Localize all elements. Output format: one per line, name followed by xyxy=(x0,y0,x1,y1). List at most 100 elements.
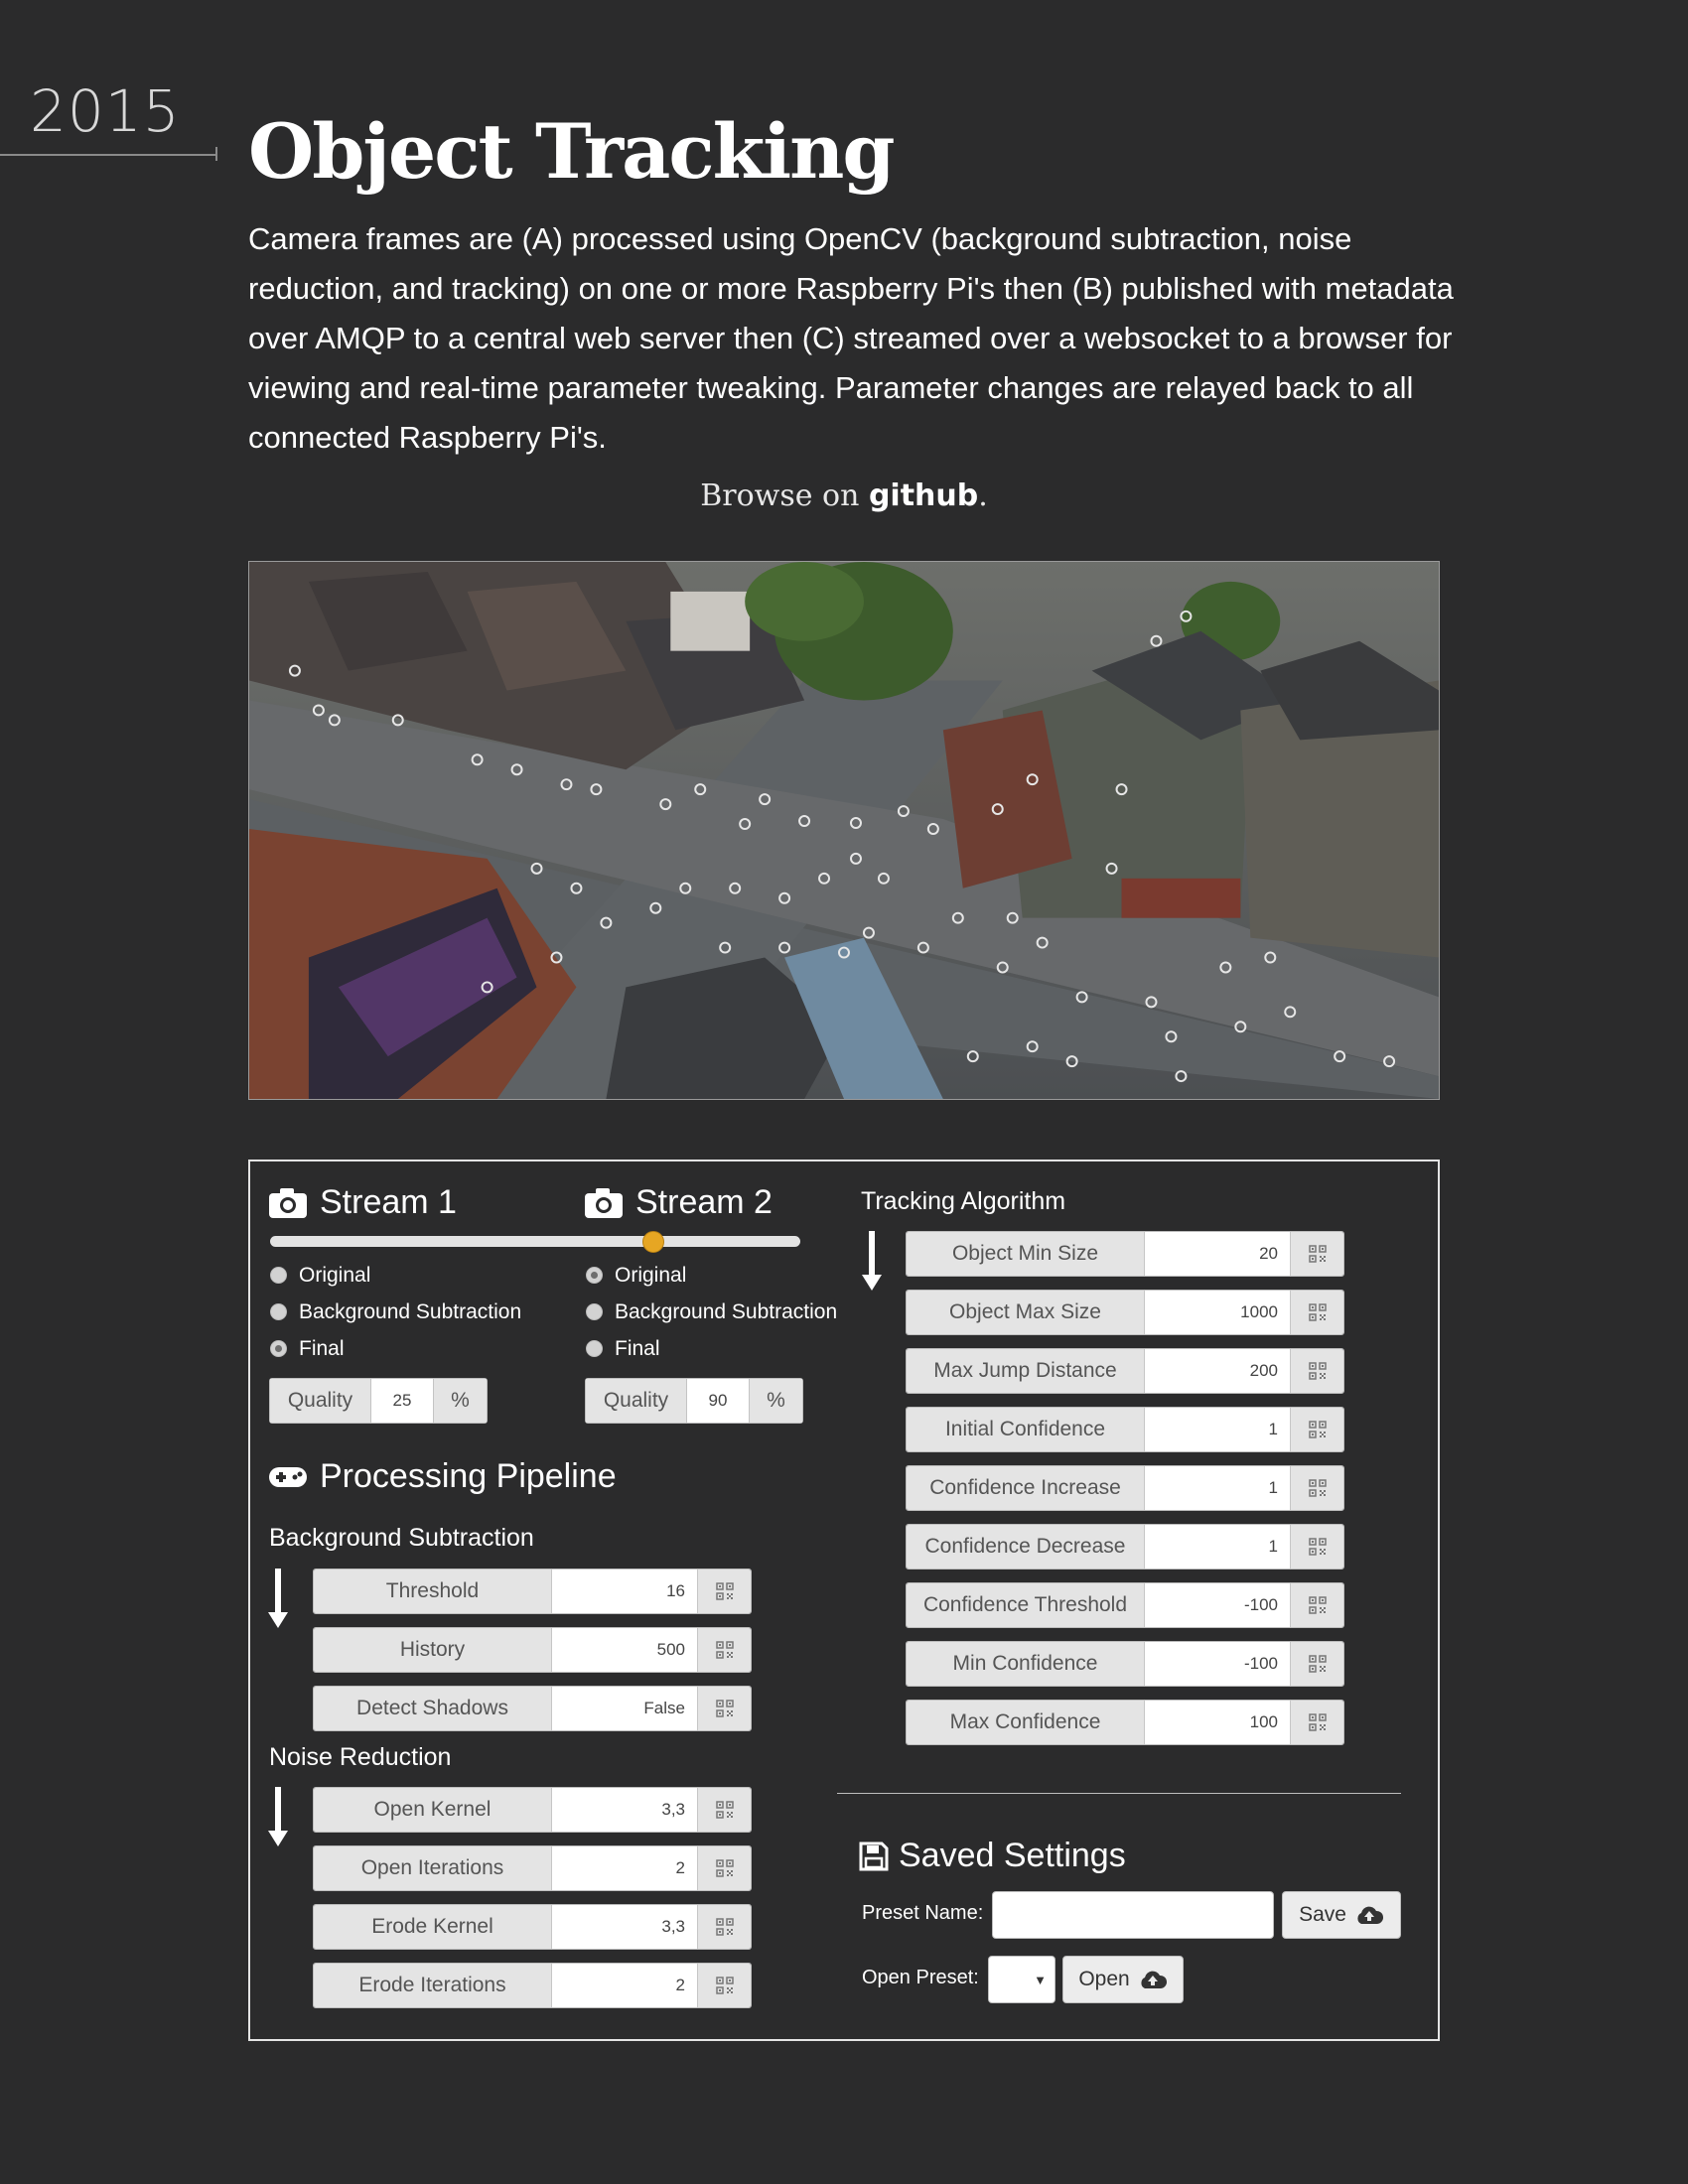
stream-2-header: Stream 2 xyxy=(584,1183,773,1222)
open-preset-select[interactable]: ▼ xyxy=(988,1956,1055,2003)
param-label: Threshold xyxy=(314,1570,552,1613)
param-open-iterations: Open Iterations 2 xyxy=(313,1845,752,1891)
browse-line: Browse on github. xyxy=(0,478,1688,513)
param-max-jump-distance-input[interactable]: 200 xyxy=(1145,1349,1290,1393)
param-label: Open Kernel xyxy=(314,1788,552,1832)
slider-handle[interactable] xyxy=(642,1231,664,1253)
qr-code-button[interactable] xyxy=(1290,1291,1343,1334)
param-label: Confidence Threshold xyxy=(907,1583,1145,1627)
qr-code-icon xyxy=(715,1700,734,1717)
param-confidence-increase: Confidence Increase 1 xyxy=(906,1465,1344,1511)
stream-1-option-final[interactable]: Final xyxy=(270,1330,521,1367)
stream-2-options: Original Background Subtraction Final xyxy=(586,1257,837,1367)
param-open-iterations-input[interactable]: 2 xyxy=(552,1846,697,1890)
radio-button[interactable] xyxy=(586,1303,603,1320)
radio-button-selected[interactable] xyxy=(270,1340,287,1357)
param-label: Confidence Decrease xyxy=(907,1525,1145,1569)
radio-button[interactable] xyxy=(270,1303,287,1320)
qr-code-icon xyxy=(715,1801,734,1819)
param-history-input[interactable]: 500 xyxy=(552,1628,697,1672)
save-button[interactable]: Save xyxy=(1282,1891,1401,1939)
param-object-min-size-input[interactable]: 20 xyxy=(1145,1232,1290,1276)
param-confidence-decrease-input[interactable]: 1 xyxy=(1145,1525,1290,1569)
stream-1-option-background-subtraction[interactable]: Background Subtraction xyxy=(270,1294,521,1330)
param-label: Erode Kernel xyxy=(314,1905,552,1949)
stream-split-slider[interactable] xyxy=(270,1236,800,1247)
param-object-min-size: Object Min Size 20 xyxy=(906,1231,1344,1277)
param-initial-confidence-input[interactable]: 1 xyxy=(1145,1408,1290,1451)
stream-2-option-final[interactable]: Final xyxy=(586,1330,837,1367)
cloud-upload-icon xyxy=(1357,1906,1383,1924)
radio-button-selected[interactable] xyxy=(586,1267,603,1284)
param-min-confidence-input[interactable]: -100 xyxy=(1145,1642,1290,1686)
open-button[interactable]: Open xyxy=(1062,1956,1184,2003)
processing-pipeline-title: Processing Pipeline xyxy=(320,1457,617,1495)
qr-code-button[interactable] xyxy=(1290,1349,1343,1393)
param-erode-kernel: Erode Kernel 3,3 xyxy=(313,1904,752,1950)
qr-code-icon xyxy=(1308,1713,1327,1731)
param-label: Max Confidence xyxy=(907,1701,1145,1744)
gamepad-icon xyxy=(269,1466,307,1487)
param-open-kernel-input[interactable]: 3,3 xyxy=(552,1788,697,1832)
qr-code-button[interactable] xyxy=(1290,1701,1343,1744)
year-divider xyxy=(0,154,216,156)
param-max-confidence: Max Confidence 100 xyxy=(906,1700,1344,1745)
qr-code-button[interactable] xyxy=(1290,1525,1343,1569)
param-max-confidence-input[interactable]: 100 xyxy=(1145,1701,1290,1744)
open-preset-label: Open Preset: xyxy=(862,1967,979,1988)
stream-1-option-original[interactable]: Original xyxy=(270,1257,521,1294)
qr-code-button[interactable] xyxy=(697,1964,751,2007)
param-confidence-increase-input[interactable]: 1 xyxy=(1145,1466,1290,1510)
stream-1-quality-input[interactable]: 25 xyxy=(371,1379,433,1423)
qr-code-button[interactable] xyxy=(1290,1408,1343,1451)
stream-1-header: Stream 1 xyxy=(268,1183,457,1222)
param-erode-iterations-input[interactable]: 2 xyxy=(552,1964,697,2007)
qr-code-button[interactable] xyxy=(697,1905,751,1949)
stream-1-title: Stream 1 xyxy=(320,1183,457,1221)
param-label: Confidence Increase xyxy=(907,1466,1145,1510)
stream-2-option-original[interactable]: Original xyxy=(586,1257,837,1294)
arrow-down-icon xyxy=(268,1787,288,1846)
qr-code-button[interactable] xyxy=(697,1570,751,1613)
qr-code-button[interactable] xyxy=(1290,1642,1343,1686)
param-confidence-decrease: Confidence Decrease 1 xyxy=(906,1524,1344,1570)
stream-2-quality: Quality 90 % xyxy=(585,1378,803,1424)
section-divider xyxy=(837,1793,1401,1794)
qr-code-button[interactable] xyxy=(697,1846,751,1890)
github-link[interactable]: github xyxy=(869,478,978,513)
param-label: Initial Confidence xyxy=(907,1408,1145,1451)
stream-2-quality-input[interactable]: 90 xyxy=(687,1379,749,1423)
qr-code-button[interactable] xyxy=(1290,1583,1343,1627)
param-object-max-size: Object Max Size 1000 xyxy=(906,1290,1344,1335)
preset-name-input[interactable] xyxy=(992,1891,1274,1939)
radio-button[interactable] xyxy=(270,1267,287,1284)
qr-code-button[interactable] xyxy=(1290,1466,1343,1510)
open-button-label: Open xyxy=(1078,1968,1130,1990)
quality-label: Quality xyxy=(586,1379,687,1423)
background-subtraction-title: Background Subtraction xyxy=(269,1524,534,1552)
qr-code-icon xyxy=(1308,1362,1327,1380)
param-min-confidence: Min Confidence -100 xyxy=(906,1641,1344,1687)
qr-code-button[interactable] xyxy=(697,1628,751,1672)
param-object-max-size-input[interactable]: 1000 xyxy=(1145,1291,1290,1334)
year-divider-tick xyxy=(215,147,217,161)
qr-code-button[interactable] xyxy=(697,1788,751,1832)
param-erode-kernel-input[interactable]: 3,3 xyxy=(552,1905,697,1949)
qr-code-icon xyxy=(715,1582,734,1600)
param-threshold-input[interactable]: 16 xyxy=(552,1570,697,1613)
qr-code-icon xyxy=(1308,1303,1327,1321)
param-detect-shadows: Detect Shadows False xyxy=(313,1686,752,1731)
param-detect-shadows-input[interactable]: False xyxy=(552,1687,697,1730)
qr-code-button[interactable] xyxy=(1290,1232,1343,1276)
stream-2-title: Stream 2 xyxy=(635,1183,773,1221)
camera-icon xyxy=(269,1187,307,1218)
stream-2-option-background-subtraction[interactable]: Background Subtraction xyxy=(586,1294,837,1330)
quality-unit: % xyxy=(749,1379,802,1423)
dropdown-caret-icon: ▼ xyxy=(1034,1972,1047,1987)
qr-code-button[interactable] xyxy=(697,1687,751,1730)
param-label: Object Max Size xyxy=(907,1291,1145,1334)
radio-button[interactable] xyxy=(586,1340,603,1357)
browse-prefix: Browse on xyxy=(700,478,869,513)
param-confidence-threshold-input[interactable]: -100 xyxy=(1145,1583,1290,1627)
stream-1-quality: Quality 25 % xyxy=(269,1378,488,1424)
